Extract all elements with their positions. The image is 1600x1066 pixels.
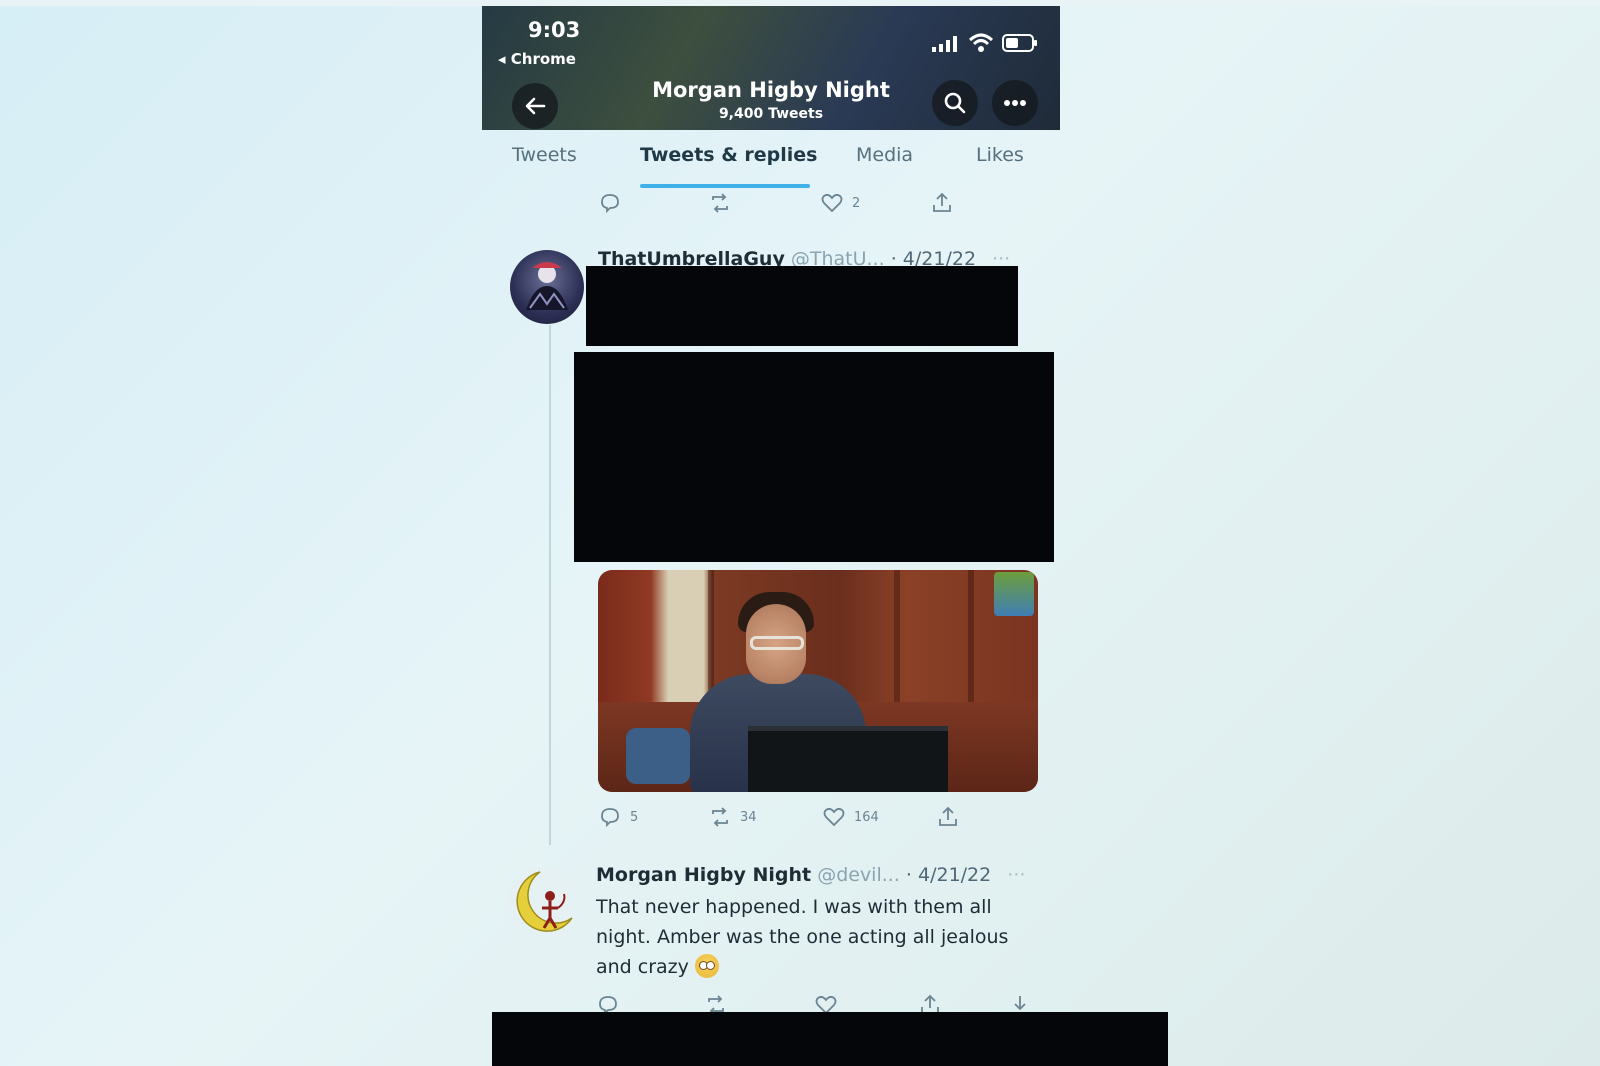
retweet-icon bbox=[712, 807, 728, 827]
tweet-text-line: and crazy bbox=[596, 952, 1036, 982]
cellular-signal-icon bbox=[932, 36, 957, 52]
tweet-header: Morgan Higby Night @devil... · 4/21/22 ·… bbox=[596, 864, 1025, 886]
share-button[interactable] bbox=[930, 188, 954, 218]
heart-icon bbox=[821, 193, 843, 213]
status-time: 9:03 bbox=[528, 18, 581, 42]
like-count: 2 bbox=[852, 195, 861, 211]
avatar[interactable] bbox=[506, 866, 580, 940]
thread-connector bbox=[549, 325, 551, 845]
court-seal-icon bbox=[994, 572, 1034, 616]
tab-media[interactable]: Media bbox=[856, 144, 913, 166]
tweet-actions: 5 34 164 bbox=[598, 802, 1038, 832]
retweet-button[interactable] bbox=[708, 188, 732, 218]
tab-tweets[interactable]: Tweets bbox=[512, 144, 577, 166]
reply-count: 5 bbox=[630, 809, 639, 825]
flushed-face-emoji-icon bbox=[694, 954, 719, 978]
wifi-icon bbox=[968, 33, 994, 52]
reply-icon bbox=[601, 808, 619, 828]
reply-button[interactable] bbox=[598, 188, 622, 218]
like-count: 164 bbox=[854, 809, 879, 825]
heart-icon bbox=[823, 807, 845, 827]
status-icons bbox=[932, 28, 1038, 58]
redaction-block bbox=[574, 352, 1054, 562]
share-icon bbox=[939, 806, 957, 826]
tweet-date[interactable]: · 4/21/22 bbox=[906, 864, 991, 886]
tweet-handle[interactable]: @devil... bbox=[817, 864, 900, 886]
tweet-text: That never happened. I was with them all… bbox=[596, 892, 1036, 982]
ellipsis-icon bbox=[1004, 100, 1026, 106]
profile-tabs: Tweets Tweets & replies Media Likes bbox=[482, 130, 1060, 190]
tweet-text-line: That never happened. I was with them all bbox=[596, 896, 992, 918]
moon-devil-avatar-art bbox=[516, 871, 573, 932]
umbrella-guy-avatar-art bbox=[526, 262, 568, 310]
tweet-media-image[interactable] bbox=[598, 570, 1038, 792]
share-icon bbox=[933, 192, 951, 212]
redaction-block bbox=[492, 1012, 1168, 1066]
tab-tweets-and-replies[interactable]: Tweets & replies bbox=[640, 144, 817, 166]
tweet-text-line: night. Amber was the one acting all jeal… bbox=[596, 926, 1009, 948]
profile-header: 9:03 ◂ Chrome Morgan Higby Night 9,400 T… bbox=[482, 6, 1060, 130]
tweet-author[interactable]: Morgan Higby Night bbox=[596, 864, 811, 886]
back-to-chrome-link[interactable]: ◂ Chrome bbox=[498, 50, 576, 68]
reply-button[interactable]: 5 bbox=[598, 802, 638, 832]
previous-tweet-actions: 2 bbox=[598, 188, 1038, 218]
retweet-count: 34 bbox=[740, 809, 757, 825]
retweet-button[interactable]: 34 bbox=[708, 802, 757, 832]
avatar[interactable] bbox=[510, 250, 584, 324]
share-button[interactable] bbox=[936, 802, 960, 832]
tab-likes[interactable]: Likes bbox=[976, 144, 1024, 166]
tweet-more-icon[interactable]: ··· bbox=[1007, 864, 1025, 886]
retweet-icon bbox=[712, 193, 728, 213]
search-icon bbox=[944, 92, 966, 114]
like-button[interactable]: 2 bbox=[820, 188, 860, 218]
like-button[interactable]: 164 bbox=[822, 802, 879, 832]
more-options-button[interactable] bbox=[992, 80, 1038, 126]
redaction-block bbox=[586, 266, 1018, 346]
search-button[interactable] bbox=[932, 80, 978, 126]
reply-icon bbox=[601, 194, 619, 214]
battery-icon bbox=[1002, 34, 1037, 52]
